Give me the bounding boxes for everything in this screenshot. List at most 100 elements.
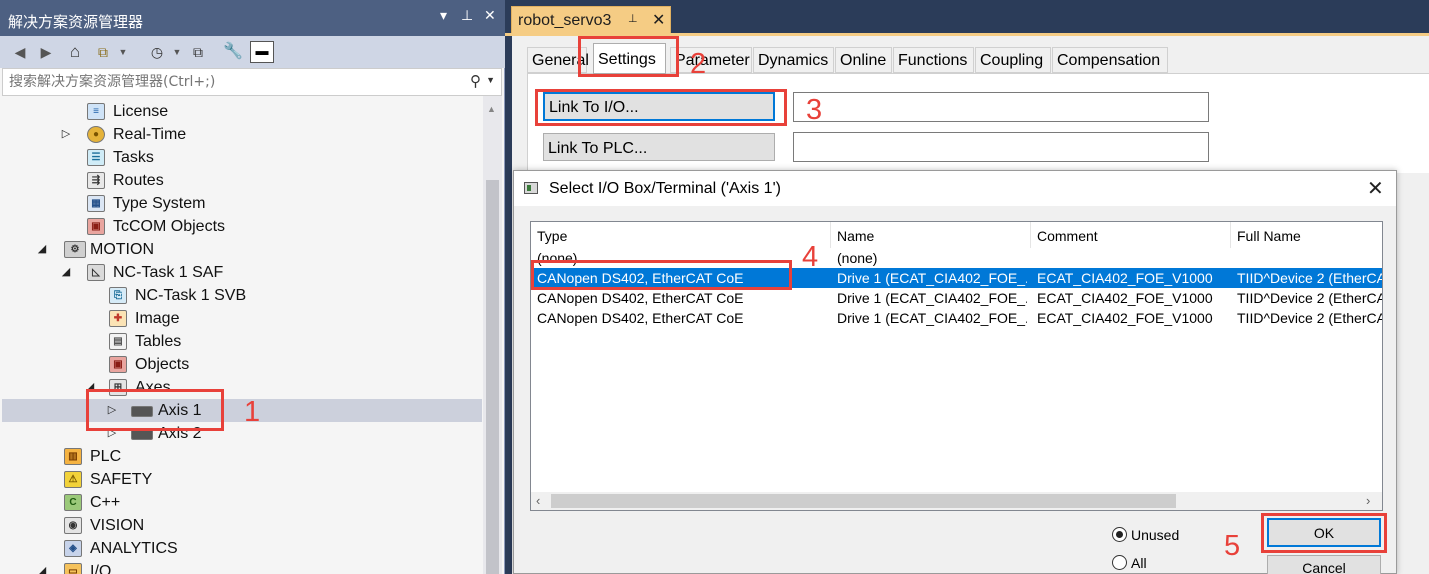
collapse-arrow-icon[interactable]: ◢: [36, 242, 48, 255]
tree-item-nc-task-saf[interactable]: ◢ ◺ NC-Task 1 SAF: [2, 261, 482, 284]
annotation-number: 5: [1224, 530, 1241, 562]
close-icon[interactable]: ✕: [1367, 176, 1384, 201]
collapse-arrow-icon[interactable]: ◢: [60, 265, 72, 278]
tree-item-vision[interactable]: ◉ VISION: [2, 514, 482, 537]
cell-type: CANopen DS402, EtherCAT CoE: [537, 290, 744, 306]
cell-comment: ECAT_CIA402_FOE_V1000: [1037, 270, 1213, 286]
io-icon: ▭: [64, 563, 82, 574]
radio-dot[interactable]: [1112, 555, 1127, 570]
tab-compensation[interactable]: Compensation: [1052, 47, 1168, 73]
tree-item-nc-task-svb[interactable]: ⎘ NC-Task 1 SVB: [2, 284, 482, 307]
annotation-box-settings-tab: [578, 36, 679, 77]
sync-with-document-icon[interactable]: ⧉: [92, 41, 114, 63]
list-row[interactable]: CANopen DS402, EtherCAT CoE Drive 1 (ECA…: [531, 308, 1382, 328]
back-icon[interactable]: ◀: [10, 41, 30, 63]
tree-item-tccom-objects[interactable]: ▣ TcCOM Objects: [2, 215, 482, 238]
routes-icon: ⇶: [87, 172, 105, 189]
cancel-button[interactable]: Cancel: [1267, 555, 1381, 574]
tree-item-label: I/O: [90, 563, 112, 574]
preview-icon[interactable]: ▬: [250, 41, 274, 63]
tree-item-axis-1[interactable]: ▷ Axis 1: [2, 399, 482, 422]
radio-dot-checked[interactable]: [1112, 527, 1127, 542]
cell-comment: ECAT_CIA402_FOE_V1000: [1037, 290, 1213, 306]
forward-icon[interactable]: ▶: [36, 41, 56, 63]
tree-item-label: MOTION: [90, 241, 154, 258]
link-to-io-field[interactable]: [793, 92, 1209, 122]
tab-coupling[interactable]: Coupling: [975, 47, 1051, 73]
tree-item-tables[interactable]: ▤ Tables: [2, 330, 482, 353]
document-tab-robot-servo3[interactable]: robot_servo3 ⊥ ✕: [511, 6, 671, 34]
tree-item-routes[interactable]: ⇶ Routes: [2, 169, 482, 192]
horizontal-scrollbar[interactable]: ‹ ›: [531, 492, 1382, 510]
tree-item-objects[interactable]: ▣ Objects: [2, 353, 482, 376]
tab-online[interactable]: Online: [835, 47, 892, 73]
chevron-down-icon[interactable]: ▼: [172, 41, 182, 63]
dialog-app-icon: [524, 182, 538, 194]
search-box[interactable]: ⚲ ▼: [2, 68, 502, 96]
annotation-number: 4: [802, 241, 819, 273]
column-header-name[interactable]: Name: [831, 222, 1031, 248]
column-header-full-name[interactable]: Full Name: [1231, 222, 1382, 248]
tree-item-axes[interactable]: ◢ ⊞ Axes: [2, 376, 482, 399]
chevron-down-icon[interactable]: ▼: [486, 75, 495, 85]
solution-explorer-toolbar: ◀ ▶ ⌂ ⧉ ▼ ◷ ▼ ⧉ 🔧 ▬: [0, 36, 505, 68]
tree-item-license[interactable]: ≡ License: [2, 100, 482, 123]
window-position-icon[interactable]: ▾: [440, 8, 447, 24]
pin-icon[interactable]: ⊥: [628, 12, 638, 25]
list-row[interactable]: CANopen DS402, EtherCAT CoE Drive 1 (ECA…: [531, 288, 1382, 308]
nc-task-icon: ◺: [87, 264, 105, 281]
tab-parameter[interactable]: Parameter: [670, 47, 752, 73]
expand-arrow-icon[interactable]: ▷: [60, 127, 72, 140]
panel-title: 解决方案资源管理器: [8, 13, 144, 31]
safety-icon: ⚠: [64, 471, 82, 488]
tree-item-label: PLC: [90, 448, 122, 465]
tree-item-safety[interactable]: ⚠ SAFETY: [2, 468, 482, 491]
tree-item-label: Image: [135, 310, 180, 327]
tree-item-label: NC-Task 1 SVB: [135, 287, 247, 304]
scroll-up-arrow-icon[interactable]: ▲: [487, 104, 496, 114]
link-to-plc-button[interactable]: Link To PLC...: [543, 133, 775, 161]
cpp-icon: C: [64, 494, 82, 511]
radio-all-label: All: [1131, 555, 1147, 571]
scrollbar-thumb[interactable]: [551, 494, 1176, 508]
close-icon[interactable]: ✕: [484, 8, 496, 24]
tree-item-cpp[interactable]: C C++: [2, 491, 482, 514]
column-header-comment[interactable]: Comment: [1031, 222, 1231, 248]
tree-item-axis-2[interactable]: ▷ Axis 2: [2, 422, 482, 445]
search-input[interactable]: [9, 70, 449, 94]
tab-dynamics[interactable]: Dynamics: [753, 47, 834, 73]
tree-item-io[interactable]: ◢ ▭ I/O: [2, 560, 482, 574]
tab-functions[interactable]: Functions: [893, 47, 974, 73]
scrollbar-thumb[interactable]: [486, 180, 499, 574]
tree-item-tasks[interactable]: ☰ Tasks: [2, 146, 482, 169]
image-icon: ✚: [109, 310, 127, 327]
annotation-number: 3: [806, 94, 823, 126]
tree-item-analytics[interactable]: ◈ ANALYTICS: [2, 537, 482, 560]
link-to-plc-field[interactable]: [793, 132, 1209, 162]
tree-item-plc[interactable]: ▥ PLC: [2, 445, 482, 468]
chevron-down-icon[interactable]: ▼: [118, 41, 128, 63]
tree-item-label: TcCOM Objects: [113, 218, 226, 235]
tree-item-motion[interactable]: ◢ ⚙ MOTION: [2, 238, 482, 261]
pin-icon[interactable]: ⊥: [461, 8, 473, 24]
nc-task-svb-icon: ⎘: [109, 287, 127, 304]
properties-wrench-icon[interactable]: 🔧: [222, 41, 244, 63]
pending-changes-icon[interactable]: ◷: [146, 41, 168, 63]
tree-scrollbar[interactable]: ▲: [483, 96, 502, 574]
scroll-left-arrow-icon[interactable]: ‹: [536, 493, 540, 508]
collapse-all-icon[interactable]: ⧉: [188, 41, 208, 63]
tree-item-image[interactable]: ✚ Image: [2, 307, 482, 330]
plc-icon: ▥: [64, 448, 82, 465]
home-icon[interactable]: ⌂: [64, 41, 86, 63]
column-header-type[interactable]: Type: [531, 222, 831, 248]
tree-item-label: Objects: [135, 356, 190, 373]
close-icon[interactable]: ✕: [652, 10, 665, 30]
tree-item-realtime[interactable]: ▷ ● Real-Time: [2, 123, 482, 146]
cell-name: (none): [837, 250, 878, 266]
cell-full-name: TIID^Device 2 (EtherCAT: [1237, 290, 1382, 306]
search-icon[interactable]: ⚲: [470, 72, 481, 90]
tree-item-type-system[interactable]: ▦ Type System: [2, 192, 482, 215]
collapse-arrow-icon[interactable]: ◢: [36, 564, 48, 574]
scroll-right-arrow-icon[interactable]: ›: [1366, 493, 1370, 508]
annotation-box-ok-button: [1261, 513, 1387, 553]
